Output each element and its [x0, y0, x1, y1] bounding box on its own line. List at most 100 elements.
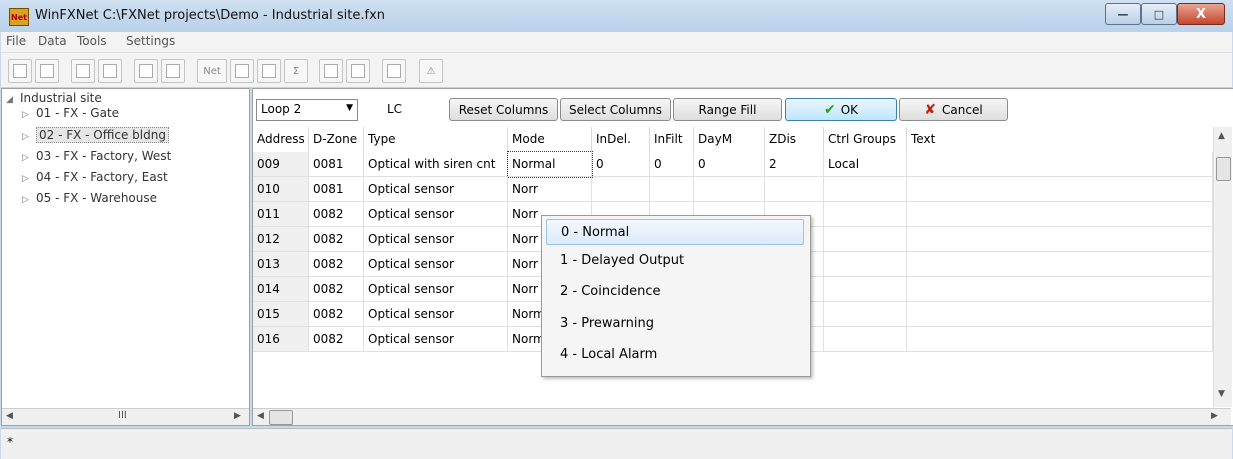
table-cell-address[interactable]: 012 [253, 227, 309, 252]
tree-node-01[interactable]: ▷ 01 - FX - Gate [22, 106, 119, 120]
table-cell-text[interactable] [907, 252, 1213, 277]
table-cell-indel[interactable] [592, 177, 650, 202]
table-cell-zdis[interactable]: 2 [765, 152, 824, 177]
maximize-button[interactable]: □ [1141, 3, 1177, 25]
table-cell-ctrl[interactable] [824, 227, 907, 252]
scroll-left-icon[interactable]: ◀ [6, 411, 13, 421]
table-cell-text[interactable] [907, 177, 1213, 202]
tree-node-04[interactable]: ▷ 04 - FX - Factory, East [22, 170, 168, 184]
table-cell-dzone[interactable]: 0082 [309, 277, 364, 302]
table-cell-type[interactable]: Optical sensor [364, 302, 508, 327]
table-cell-address[interactable]: 016 [253, 327, 309, 352]
table-cell-ctrl[interactable] [824, 177, 907, 202]
table-cell-address[interactable]: 014 [253, 277, 309, 302]
device-button[interactable] [257, 59, 281, 83]
table-cell-dzone[interactable]: 0082 [309, 227, 364, 252]
table-cell-text[interactable] [907, 202, 1213, 227]
table-cell-daym[interactable] [694, 177, 765, 202]
mode-option-prewarning[interactable]: 3 - Prewarning [546, 311, 804, 337]
table-cell-ctrl[interactable]: Local [824, 152, 907, 177]
table-cell-infilt[interactable] [650, 177, 694, 202]
table-cell-type[interactable]: Optical sensor [364, 327, 508, 352]
tower-button[interactable] [382, 59, 406, 83]
tree-hscrollbar[interactable]: ◀ III ▶ [2, 408, 249, 425]
column-header[interactable]: ZDis [765, 127, 824, 152]
menu-data[interactable]: Data [38, 34, 67, 48]
table-cell-ctrl[interactable] [824, 277, 907, 302]
loop-a-button[interactable] [319, 59, 343, 83]
new-file-button[interactable] [8, 59, 32, 83]
table-cell-indel[interactable]: 0 [592, 152, 650, 177]
scroll-thumb[interactable] [269, 410, 293, 425]
collapse-icon[interactable]: ◢ [6, 95, 20, 105]
scroll-thumb[interactable] [1216, 157, 1231, 181]
menu-file[interactable]: File [6, 34, 26, 48]
print-setup-button[interactable] [161, 59, 185, 83]
table-cell-mode[interactable]: Normal [507, 151, 593, 178]
table-cell-mode[interactable]: Norr [508, 177, 592, 202]
table-cell-dzone[interactable]: 0082 [309, 202, 364, 227]
table-cell-type[interactable]: Optical with siren cnt [364, 152, 508, 177]
expand-icon[interactable]: ▷ [22, 110, 36, 120]
table-cell-ctrl[interactable] [824, 202, 907, 227]
scroll-right-icon[interactable]: ▶ [1211, 411, 1218, 421]
scroll-grip[interactable]: III [118, 410, 127, 421]
table-cell-dzone[interactable]: 0081 [309, 152, 364, 177]
tree-root[interactable]: ◢ Industrial site [6, 91, 102, 105]
table-cell-zdis[interactable] [765, 177, 824, 202]
save-button[interactable] [71, 59, 95, 83]
table-cell-dzone[interactable]: 0081 [309, 177, 364, 202]
column-header[interactable]: Ctrl Groups [824, 127, 907, 152]
net-button[interactable]: Net [197, 59, 227, 83]
table-cell-address[interactable]: 009 [253, 152, 309, 177]
expand-icon[interactable]: ▷ [22, 174, 36, 184]
column-header[interactable]: DayM [694, 127, 765, 152]
table-cell-type[interactable]: Optical sensor [364, 177, 508, 202]
minimize-button[interactable]: — [1105, 3, 1141, 25]
table-cell-ctrl[interactable] [824, 327, 907, 352]
table-cell-text[interactable] [907, 227, 1213, 252]
ok-button[interactable]: ✔ OK [785, 98, 897, 121]
table-cell-address[interactable]: 011 [253, 202, 309, 227]
column-header[interactable]: Type [364, 127, 508, 152]
menu-tools[interactable]: Tools [77, 34, 107, 48]
tree-node-03[interactable]: ▷ 03 - FX - Factory, West [22, 149, 171, 163]
table-cell-dzone[interactable]: 0082 [309, 252, 364, 277]
mode-option-coincidence[interactable]: 2 - Coincidence [546, 279, 804, 305]
table-cell-address[interactable]: 010 [253, 177, 309, 202]
panel-button[interactable] [230, 59, 254, 83]
table-cell-ctrl[interactable] [824, 252, 907, 277]
scroll-down-icon[interactable]: ▼ [1218, 389, 1225, 399]
table-cell-text[interactable] [907, 152, 1213, 177]
open-file-button[interactable] [35, 59, 59, 83]
mode-option-delayed-output[interactable]: 1 - Delayed Output [546, 248, 804, 274]
mode-option-local-alarm[interactable]: 4 - Local Alarm [546, 342, 804, 368]
table-hscrollbar[interactable]: ◀ ▶ [253, 408, 1231, 425]
loop-select[interactable]: Loop 2 ▼ [256, 99, 358, 121]
scroll-left-icon[interactable]: ◀ [257, 411, 264, 421]
table-cell-daym[interactable]: 0 [694, 152, 765, 177]
table-cell-address[interactable]: 015 [253, 302, 309, 327]
column-header[interactable]: D-Zone [309, 127, 364, 152]
table-cell-infilt[interactable]: 0 [650, 152, 694, 177]
close-button[interactable]: X [1177, 3, 1225, 25]
print-button[interactable] [134, 59, 158, 83]
table-cell-text[interactable] [907, 302, 1213, 327]
tree-node-02[interactable]: ▷ 02 - FX - Office bldng [22, 127, 169, 143]
range-fill-button[interactable]: Range Fill [673, 98, 782, 121]
table-cell-type[interactable]: Optical sensor [364, 277, 508, 302]
warning-button[interactable]: ⚠ [419, 59, 443, 83]
menu-settings[interactable]: Settings [126, 34, 175, 48]
scroll-right-icon[interactable]: ▶ [234, 411, 241, 421]
column-header[interactable]: Text [907, 127, 1213, 152]
cancel-button[interactable]: ✘ Cancel [899, 98, 1008, 121]
save-as-button[interactable] [98, 59, 122, 83]
table-cell-text[interactable] [907, 277, 1213, 302]
sum-button[interactable]: Σ [284, 59, 308, 83]
expand-icon[interactable]: ▷ [22, 153, 36, 163]
table-cell-text[interactable] [907, 327, 1213, 352]
table-cell-dzone[interactable]: 0082 [309, 327, 364, 352]
table-cell-type[interactable]: Optical sensor [364, 227, 508, 252]
column-header[interactable]: InFilt [650, 127, 694, 152]
column-header[interactable]: Mode [508, 127, 592, 152]
